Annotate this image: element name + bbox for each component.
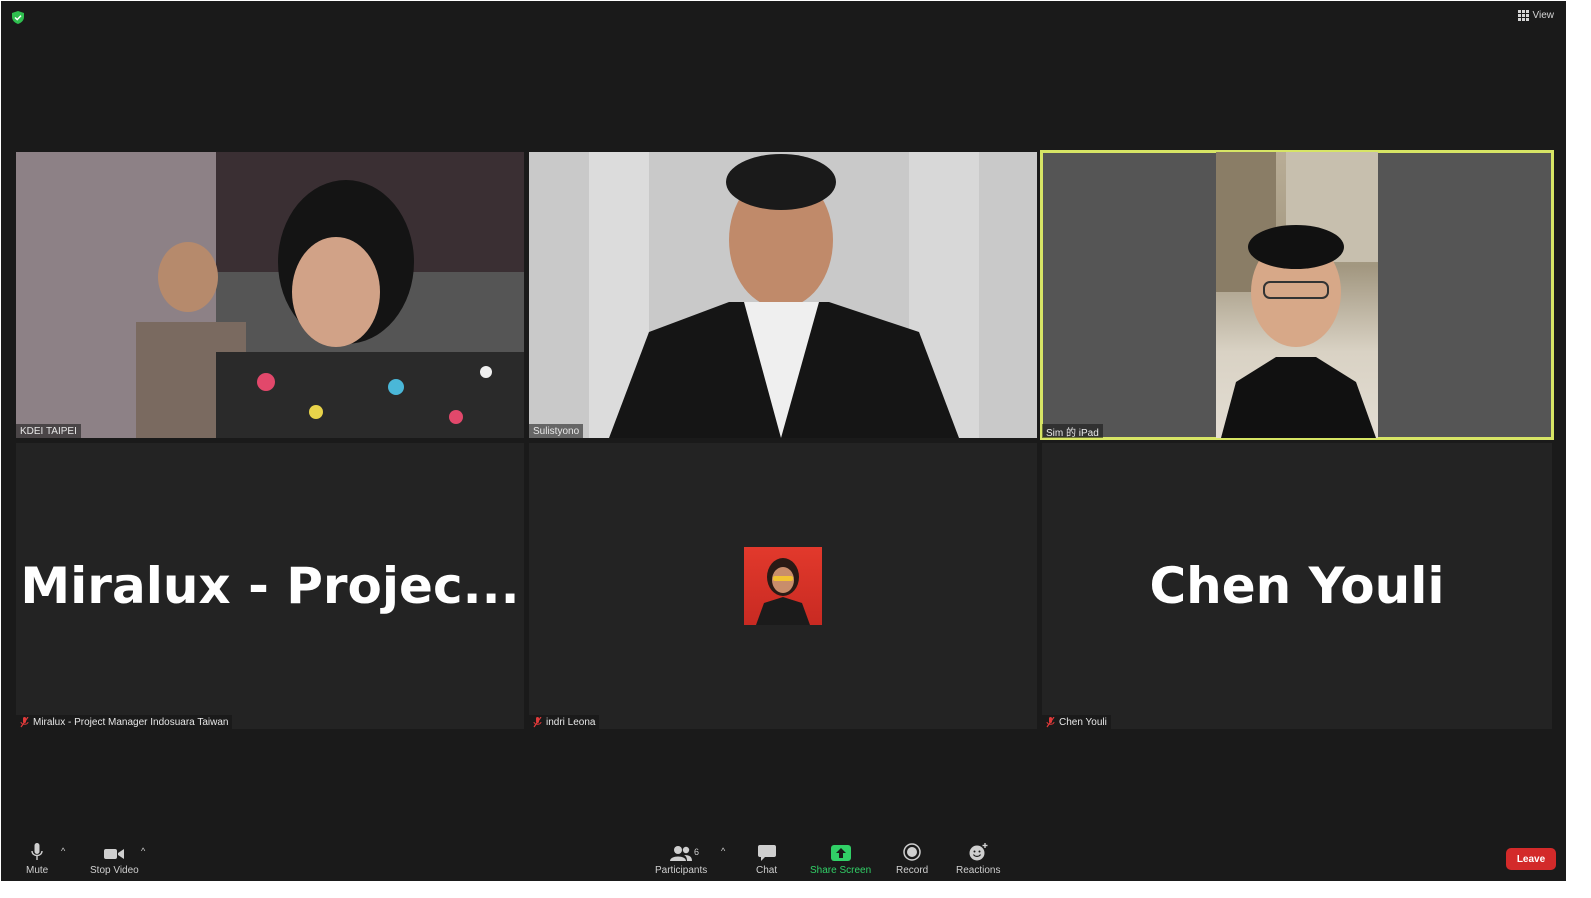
shield-check-icon[interactable] (12, 11, 24, 24)
participant-name-tag: Chen Youli (1042, 715, 1111, 729)
mute-button[interactable]: Mute (26, 843, 48, 876)
microphone-icon (31, 843, 43, 860)
participant-video (529, 152, 1037, 438)
participants-icon (670, 846, 693, 861)
view-button[interactable]: View (1517, 8, 1555, 22)
participant-display-name: Chen Youli (1149, 557, 1445, 615)
chat-icon (757, 845, 776, 861)
name-tile-miralux[interactable]: Miralux - Projec... Miralux - Project Ma… (16, 443, 524, 729)
chat-button[interactable]: Chat (756, 845, 777, 876)
mic-muted-icon (1046, 716, 1055, 727)
participants-button[interactable]: Participants (655, 845, 707, 876)
video-camera-icon (104, 849, 125, 859)
reactions-icon (969, 843, 988, 861)
participant-name-tag: KDEI TAIPEI (16, 424, 81, 438)
meeting-window: View KDEI TAIPEI Sulistyono Sim 的 iPad M… (1, 1, 1566, 881)
meeting-toolbar: Mute ^ Stop Video ^ Participants 6 ^ Cha… (1, 831, 1566, 881)
participant-name-tag: Miralux - Project Manager Indosuara Taiw… (16, 715, 233, 729)
audio-options-caret[interactable]: ^ (61, 846, 65, 856)
video-tile-sulistyono[interactable]: Sulistyono (529, 152, 1037, 438)
leave-button[interactable]: Leave (1506, 848, 1556, 870)
share-screen-icon (830, 845, 851, 861)
grid-icon (1517, 9, 1529, 21)
name-tile-chen-youli[interactable]: Chen Youli Chen Youli (1042, 443, 1552, 729)
participant-name-tag: Sulistyono (529, 424, 584, 438)
video-options-caret[interactable]: ^ (141, 846, 145, 856)
reactions-button[interactable]: Reactions (956, 843, 1000, 876)
participant-name-tag: Sim 的 iPad (1042, 424, 1103, 438)
share-screen-button[interactable]: Share Screen (810, 845, 871, 876)
participant-video (16, 152, 524, 438)
stop-video-button[interactable]: Stop Video (90, 847, 139, 876)
video-tile-sim-ipad[interactable]: Sim 的 iPad (1040, 150, 1554, 440)
participants-count: 6 (694, 847, 700, 857)
participant-video (1216, 152, 1378, 438)
participant-name-tag: indri Leona (529, 715, 600, 729)
mic-muted-icon (533, 716, 542, 727)
view-label: View (1532, 9, 1555, 21)
record-icon (903, 843, 921, 861)
participants-options-caret[interactable]: ^ (721, 846, 725, 856)
record-button[interactable]: Record (896, 843, 928, 876)
mic-muted-icon (20, 716, 29, 727)
avatar-tile-indri-leona[interactable]: indri Leona (529, 443, 1037, 729)
participant-display-name: Miralux - Projec... (20, 557, 520, 615)
video-tile-kdei-taipei[interactable]: KDEI TAIPEI (16, 152, 524, 438)
participant-avatar (744, 547, 822, 625)
